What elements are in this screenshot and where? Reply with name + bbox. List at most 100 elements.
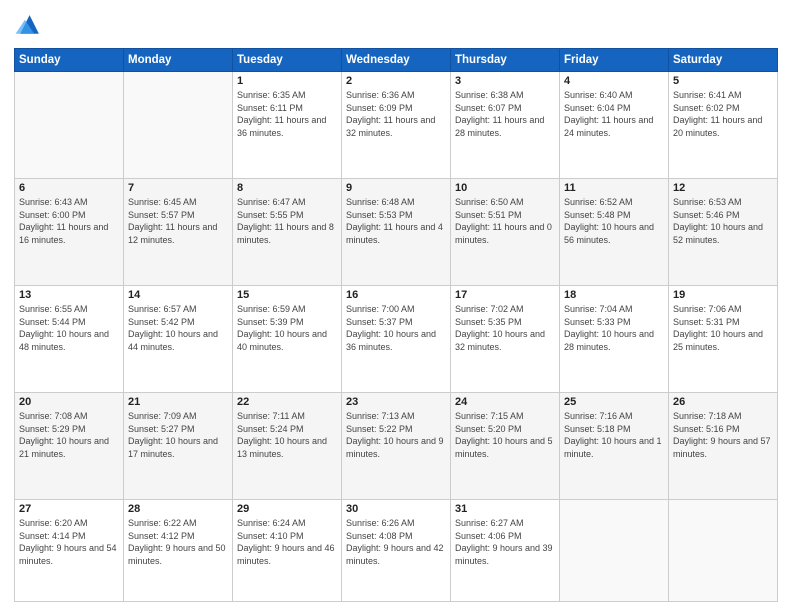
day-number: 6 [19, 182, 119, 194]
calendar-cell: 31 Sunrise: 6:27 AM Sunset: 4:06 PM Dayli… [451, 500, 560, 602]
calendar-cell: 27 Sunrise: 6:20 AM Sunset: 4:14 PM Dayli… [15, 500, 124, 602]
day-info: Sunrise: 6:52 AM Sunset: 5:48 PM Dayligh… [564, 196, 664, 246]
calendar-cell: 29 Sunrise: 6:24 AM Sunset: 4:10 PM Dayli… [233, 500, 342, 602]
day-info: Sunrise: 6:47 AM Sunset: 5:55 PM Dayligh… [237, 196, 337, 246]
calendar-cell: 8Sunrise: 6:47 AM Sunset: 5:55 PM Daylig… [233, 179, 342, 286]
day-number: 4 [564, 75, 664, 87]
calendar-cell: 24 Sunrise: 7:15 AM Sunset: 5:20 PM Dayli… [451, 393, 560, 500]
day-info: Sunrise: 6:53 AM Sunset: 5:46 PM Dayligh… [673, 196, 773, 246]
day-info: Sunrise: 7:08 AM Sunset: 5:29 PM Dayligh… [19, 410, 119, 460]
day-number: 21 [128, 396, 228, 408]
day-number: 12 [673, 182, 773, 194]
day-info: Sunrise: 6:35 AM Sunset: 6:11 PM Dayligh… [237, 89, 337, 139]
day-info: Sunrise: 7:02 AM Sunset: 5:35 PM Dayligh… [455, 303, 555, 353]
calendar-cell: 3 Sunrise: 6:38 AM Sunset: 6:07 PM Daylig… [451, 72, 560, 179]
week-row-1: 1 Sunrise: 6:35 AM Sunset: 6:11 PM Daylig… [15, 72, 778, 179]
page: SundayMondayTuesdayWednesdayThursdayFrid… [0, 0, 792, 612]
calendar-cell: 21 Sunrise: 7:09 AM Sunset: 5:27 PM Dayli… [124, 393, 233, 500]
calendar-cell: 10 Sunrise: 6:50 AM Sunset: 5:51 PM Dayli… [451, 179, 560, 286]
calendar-cell: 7 Sunrise: 6:45 AM Sunset: 5:57 PM Daylig… [124, 179, 233, 286]
day-info: Sunrise: 7:13 AM Sunset: 5:22 PM Dayligh… [346, 410, 446, 460]
day-number: 10 [455, 182, 555, 194]
weekday-header-friday: Friday [560, 49, 669, 72]
day-number: 23 [346, 396, 446, 408]
calendar-cell: 25Sunrise: 7:16 AM Sunset: 5:18 PM Dayli… [560, 393, 669, 500]
calendar-cell: 11 Sunrise: 6:52 AM Sunset: 5:48 PM Dayli… [560, 179, 669, 286]
day-number: 25 [564, 396, 664, 408]
calendar-cell: 26 Sunrise: 7:18 AM Sunset: 5:16 PM Dayli… [669, 393, 778, 500]
day-number: 1 [237, 75, 337, 87]
day-info: Sunrise: 6:45 AM Sunset: 5:57 PM Dayligh… [128, 196, 228, 246]
calendar-cell: 17 Sunrise: 7:02 AM Sunset: 5:35 PM Dayli… [451, 286, 560, 393]
day-number: 19 [673, 289, 773, 301]
day-info: Sunrise: 6:22 AM Sunset: 4:12 PM Dayligh… [128, 517, 228, 567]
logo-icon [14, 12, 42, 40]
calendar-cell [560, 500, 669, 602]
day-number: 17 [455, 289, 555, 301]
day-info: Sunrise: 6:26 AM Sunset: 4:08 PM Dayligh… [346, 517, 446, 567]
day-number: 16 [346, 289, 446, 301]
week-row-4: 20 Sunrise: 7:08 AM Sunset: 5:29 PM Dayli… [15, 393, 778, 500]
calendar-cell: 20 Sunrise: 7:08 AM Sunset: 5:29 PM Dayli… [15, 393, 124, 500]
day-info: Sunrise: 6:50 AM Sunset: 5:51 PM Dayligh… [455, 196, 555, 246]
calendar-cell: 28 Sunrise: 6:22 AM Sunset: 4:12 PM Dayli… [124, 500, 233, 602]
week-row-3: 13Sunrise: 6:55 AM Sunset: 5:44 PM Dayli… [15, 286, 778, 393]
day-number: 27 [19, 503, 119, 515]
day-info: Sunrise: 6:27 AM Sunset: 4:06 PM Dayligh… [455, 517, 555, 567]
weekday-header-sunday: Sunday [15, 49, 124, 72]
day-info: Sunrise: 6:43 AM Sunset: 6:00 PM Dayligh… [19, 196, 119, 246]
day-info: Sunrise: 7:11 AM Sunset: 5:24 PM Dayligh… [237, 410, 337, 460]
day-number: 15 [237, 289, 337, 301]
week-row-2: 6 Sunrise: 6:43 AM Sunset: 6:00 PM Daylig… [15, 179, 778, 286]
day-number: 22 [237, 396, 337, 408]
day-info: Sunrise: 7:18 AM Sunset: 5:16 PM Dayligh… [673, 410, 773, 460]
day-info: Sunrise: 6:55 AM Sunset: 5:44 PM Dayligh… [19, 303, 119, 353]
day-number: 20 [19, 396, 119, 408]
day-number: 3 [455, 75, 555, 87]
day-number: 29 [237, 503, 337, 515]
day-number: 7 [128, 182, 228, 194]
calendar-cell: 4 Sunrise: 6:40 AM Sunset: 6:04 PM Daylig… [560, 72, 669, 179]
day-number: 14 [128, 289, 228, 301]
day-number: 31 [455, 503, 555, 515]
day-info: Sunrise: 7:15 AM Sunset: 5:20 PM Dayligh… [455, 410, 555, 460]
weekday-header-thursday: Thursday [451, 49, 560, 72]
calendar-cell [124, 72, 233, 179]
day-info: Sunrise: 6:38 AM Sunset: 6:07 PM Dayligh… [455, 89, 555, 139]
calendar-cell: 22 Sunrise: 7:11 AM Sunset: 5:24 PM Dayli… [233, 393, 342, 500]
day-info: Sunrise: 7:04 AM Sunset: 5:33 PM Dayligh… [564, 303, 664, 353]
calendar-cell: 30 Sunrise: 6:26 AM Sunset: 4:08 PM Dayli… [342, 500, 451, 602]
header [14, 12, 778, 40]
calendar-cell: 6 Sunrise: 6:43 AM Sunset: 6:00 PM Daylig… [15, 179, 124, 286]
weekday-header-saturday: Saturday [669, 49, 778, 72]
day-number: 2 [346, 75, 446, 87]
calendar-cell: 9Sunrise: 6:48 AM Sunset: 5:53 PM Daylig… [342, 179, 451, 286]
day-number: 24 [455, 396, 555, 408]
weekday-header-tuesday: Tuesday [233, 49, 342, 72]
calendar-cell: 1 Sunrise: 6:35 AM Sunset: 6:11 PM Daylig… [233, 72, 342, 179]
calendar-cell [15, 72, 124, 179]
day-info: Sunrise: 7:09 AM Sunset: 5:27 PM Dayligh… [128, 410, 228, 460]
day-info: Sunrise: 6:20 AM Sunset: 4:14 PM Dayligh… [19, 517, 119, 567]
calendar-cell [669, 500, 778, 602]
logo [14, 12, 46, 40]
day-number: 30 [346, 503, 446, 515]
day-info: Sunrise: 6:36 AM Sunset: 6:09 PM Dayligh… [346, 89, 446, 139]
day-info: Sunrise: 6:41 AM Sunset: 6:02 PM Dayligh… [673, 89, 773, 139]
calendar-cell: 19 Sunrise: 7:06 AM Sunset: 5:31 PM Dayli… [669, 286, 778, 393]
day-info: Sunrise: 6:59 AM Sunset: 5:39 PM Dayligh… [237, 303, 337, 353]
day-info: Sunrise: 6:40 AM Sunset: 6:04 PM Dayligh… [564, 89, 664, 139]
day-number: 26 [673, 396, 773, 408]
day-info: Sunrise: 6:24 AM Sunset: 4:10 PM Dayligh… [237, 517, 337, 567]
calendar-cell: 13Sunrise: 6:55 AM Sunset: 5:44 PM Dayli… [15, 286, 124, 393]
day-number: 5 [673, 75, 773, 87]
day-info: Sunrise: 7:06 AM Sunset: 5:31 PM Dayligh… [673, 303, 773, 353]
calendar-cell: 15 Sunrise: 6:59 AM Sunset: 5:39 PM Dayli… [233, 286, 342, 393]
calendar-cell: 14 Sunrise: 6:57 AM Sunset: 5:42 PM Dayli… [124, 286, 233, 393]
calendar-cell: 23 Sunrise: 7:13 AM Sunset: 5:22 PM Dayli… [342, 393, 451, 500]
day-number: 28 [128, 503, 228, 515]
day-info: Sunrise: 6:57 AM Sunset: 5:42 PM Dayligh… [128, 303, 228, 353]
day-number: 11 [564, 182, 664, 194]
weekday-header-row: SundayMondayTuesdayWednesdayThursdayFrid… [15, 49, 778, 72]
calendar-cell: 5 Sunrise: 6:41 AM Sunset: 6:02 PM Daylig… [669, 72, 778, 179]
